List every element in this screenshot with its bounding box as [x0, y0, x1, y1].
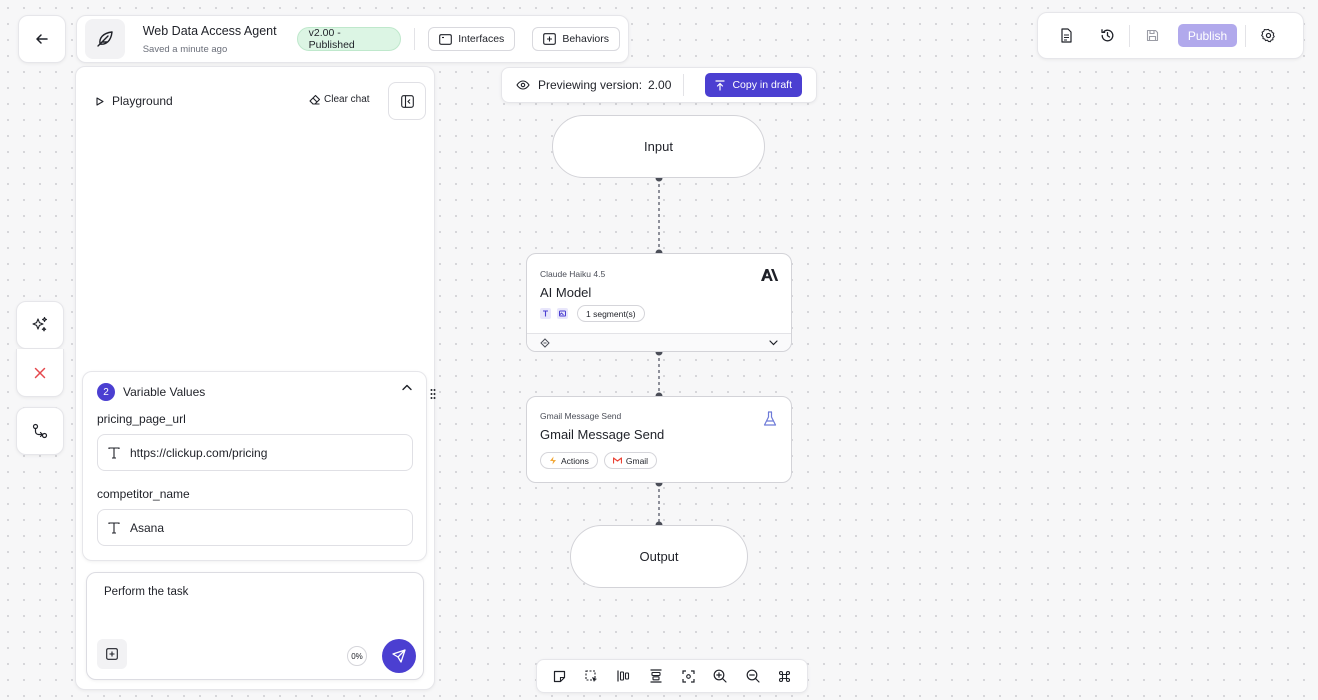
ai-model-node[interactable]: Claude Haiku 4.5 AI Model 1 segment(s)	[526, 253, 792, 352]
gmail-node-title: Gmail Message Send	[540, 427, 665, 442]
lightning-icon	[549, 456, 557, 465]
chevron-down-icon	[769, 339, 778, 346]
canvas-toolbar	[536, 659, 808, 693]
fit-view-icon[interactable]	[674, 662, 702, 690]
anthropic-logo-icon	[760, 268, 779, 282]
align-vertical-icon[interactable]	[642, 662, 670, 690]
align-horizontal-icon[interactable]	[610, 662, 638, 690]
output-node[interactable]: Output	[570, 525, 748, 588]
zoom-in-icon[interactable]	[706, 662, 734, 690]
note-icon[interactable]	[545, 662, 573, 690]
text-type-icon	[540, 308, 551, 319]
actions-chip[interactable]: Actions	[540, 452, 598, 469]
gmail-chip[interactable]: Gmail	[603, 452, 658, 469]
command-icon[interactable]	[771, 662, 799, 690]
gmail-chip-label: Gmail	[625, 455, 649, 466]
segments-chip[interactable]: 1 segment(s)	[577, 305, 645, 322]
output-node-label: Output	[639, 549, 679, 564]
tools-icon	[540, 337, 550, 348]
zoom-out-icon[interactable]	[739, 662, 767, 690]
ai-model-footer[interactable]	[527, 333, 791, 351]
input-node-label: Input	[644, 139, 673, 154]
ai-model-name: Claude Haiku 4.5	[540, 269, 606, 279]
ai-model-title: AI Model	[540, 285, 592, 300]
input-node[interactable]: Input	[552, 115, 765, 178]
actions-chip-label: Actions	[561, 455, 589, 466]
image-type-icon	[557, 308, 568, 319]
flask-icon[interactable]	[763, 411, 777, 427]
select-area-icon[interactable]	[577, 662, 605, 690]
gmail-node-subtitle: Gmail Message Send	[540, 411, 622, 421]
gmail-logo-icon	[612, 457, 622, 464]
gmail-message-send-node[interactable]: Gmail Message Send Gmail Message Send Ac…	[526, 396, 792, 483]
